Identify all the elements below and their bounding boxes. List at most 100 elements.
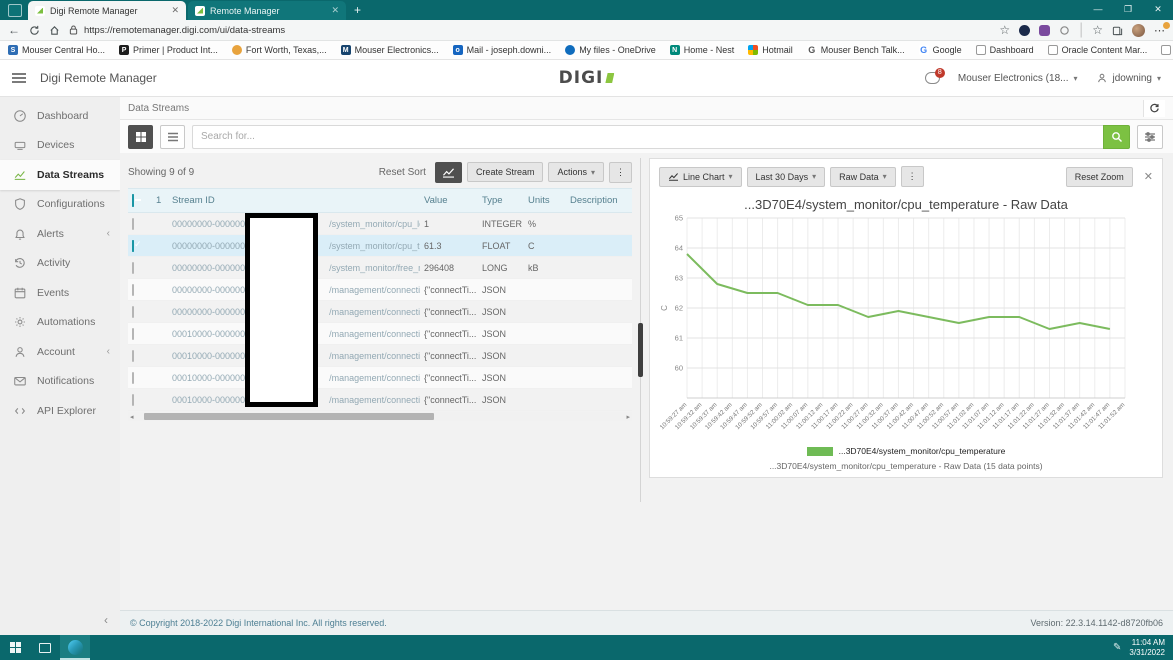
notifications-bubble-icon[interactable]: 8 xyxy=(925,72,940,84)
browser-menu-icon[interactable]: ⋯ xyxy=(1154,24,1165,37)
table-row[interactable]: 00000000-00000000/management/connectio {… xyxy=(128,279,632,301)
row-checkbox[interactable] xyxy=(132,284,134,296)
bookmark-item[interactable]: SMouser Central Ho... xyxy=(8,45,105,55)
extension-icon[interactable] xyxy=(1019,25,1030,36)
row-checkbox[interactable] xyxy=(132,306,134,318)
sidebar-item-events[interactable]: Events xyxy=(0,278,120,308)
back-icon[interactable]: ← xyxy=(8,24,20,36)
reset-zoom-button[interactable]: Reset Zoom xyxy=(1066,167,1133,187)
chart-close-icon[interactable]: ✕ xyxy=(1144,170,1153,183)
table-row[interactable]: 00010000-00000000/management/connectio {… xyxy=(128,345,632,367)
table-row[interactable]: 00000000-00000000/system_monitor/free_m … xyxy=(128,257,632,279)
column-header-units[interactable]: Units xyxy=(524,189,566,213)
refresh-icon[interactable] xyxy=(29,25,40,36)
window-close-button[interactable]: ✕ xyxy=(1143,0,1173,20)
sidebar-item-alerts[interactable]: Alerts‹ xyxy=(0,219,120,249)
task-view-button[interactable] xyxy=(30,635,60,660)
start-button[interactable] xyxy=(0,635,30,660)
tab-close-icon[interactable]: ✕ xyxy=(171,5,179,16)
table-row[interactable]: 00010000-00000000/management/connectio {… xyxy=(128,367,632,389)
sidebar-item-data-streams[interactable]: Data Streams xyxy=(0,160,120,190)
browser-tab-inactive[interactable]: Remote Manager ✕ xyxy=(188,1,346,20)
sidebar-item-configurations[interactable]: Configurations xyxy=(0,190,120,220)
tray-pen-icon[interactable]: ✎ xyxy=(1113,642,1121,653)
column-header-value[interactable]: Value xyxy=(420,189,478,213)
filter-sliders-button[interactable] xyxy=(1137,125,1163,149)
row-checkbox[interactable] xyxy=(132,240,134,252)
row-checkbox[interactable] xyxy=(132,372,134,384)
hamburger-menu-icon[interactable] xyxy=(12,73,26,83)
user-menu[interactable]: jdowning ▾ xyxy=(1096,72,1162,84)
scroll-right-icon[interactable]: ▸ xyxy=(624,413,632,421)
chart-view-button[interactable] xyxy=(435,162,462,183)
bookmark-item[interactable]: PPrimer | Product Int... xyxy=(119,45,218,55)
column-header-stream-id[interactable]: Stream ID xyxy=(168,189,420,213)
home-icon[interactable] xyxy=(49,25,60,36)
sidebar-item-account[interactable]: Account‹ xyxy=(0,337,120,367)
sidebar-item-api-explorer[interactable]: API Explorer xyxy=(0,396,120,426)
tab-actions-icon[interactable] xyxy=(8,4,22,17)
search-input[interactable] xyxy=(192,125,1103,149)
sidebar-item-automations[interactable]: Automations xyxy=(0,308,120,338)
extension-icon[interactable] xyxy=(1039,25,1050,36)
scrollbar-thumb[interactable] xyxy=(144,413,434,420)
table-row[interactable]: 00010000-00000000/management/connectio {… xyxy=(128,323,632,345)
data-mode-dropdown[interactable]: Raw Data ▾ xyxy=(830,167,896,187)
table-row[interactable]: 00000000-00000000/system_monitor/cpu_te … xyxy=(128,235,632,257)
splitter-handle[interactable] xyxy=(638,323,643,377)
more-options-button[interactable]: ⋮ xyxy=(609,162,632,183)
grid-view-button[interactable] xyxy=(128,125,153,149)
page-refresh-button[interactable] xyxy=(1143,100,1165,117)
taskbar-clock[interactable]: 11:04 AM 3/31/2022 xyxy=(1129,638,1165,658)
bookmark-item[interactable]: Oracle Content Mar... xyxy=(1048,45,1148,55)
bookmark-item[interactable]: GMouser Bench Talk... xyxy=(807,45,905,55)
extension-refresh-icon[interactable] xyxy=(1059,25,1070,36)
row-checkbox[interactable] xyxy=(132,262,134,274)
column-header-type[interactable]: Type xyxy=(478,189,524,213)
bookmark-item[interactable]: GGoogle xyxy=(919,45,962,55)
row-checkbox[interactable] xyxy=(132,218,134,230)
row-checkbox[interactable] xyxy=(132,350,134,362)
bookmark-item[interactable]: Dashboard xyxy=(976,45,1034,55)
bookmark-item[interactable]: My files - OneDrive xyxy=(565,45,656,55)
browser-profile-avatar[interactable] xyxy=(1132,24,1145,37)
window-restore-button[interactable]: ❐ xyxy=(1113,0,1143,20)
sidebar-item-activity[interactable]: Activity xyxy=(0,249,120,279)
tab-close-icon[interactable]: ✕ xyxy=(331,5,339,16)
reset-sort-link[interactable]: Reset Sort xyxy=(379,167,426,178)
bookmark-item[interactable]: Fort Worth, Texas,... xyxy=(232,45,327,55)
sidebar-item-dashboard[interactable]: Dashboard xyxy=(0,101,120,131)
create-stream-button[interactable]: Create Stream xyxy=(467,162,544,182)
chart-type-dropdown[interactable]: Line Chart ▾ xyxy=(659,167,742,187)
row-checkbox[interactable] xyxy=(132,394,134,406)
sidebar-item-devices[interactable]: Devices xyxy=(0,131,120,161)
window-minimize-button[interactable]: — xyxy=(1083,0,1113,20)
collections-icon[interactable] xyxy=(1112,25,1123,36)
legend-label[interactable]: ...3D70E4/system_monitor/cpu_temperature xyxy=(839,446,1006,456)
organization-selector[interactable]: Mouser Electronics (18... ▾ xyxy=(958,73,1078,84)
bookmark-item[interactable]: Hotmail xyxy=(748,45,793,55)
favorites-gear-icon[interactable]: ☆ xyxy=(999,24,1010,36)
browser-tab-active[interactable]: Digi Remote Manager ✕ xyxy=(28,1,186,20)
table-row[interactable]: 00010000-00000000/management/connectio {… xyxy=(128,389,632,411)
table-row[interactable]: 00000000-00000000/system_monitor/cpu_lo … xyxy=(128,213,632,235)
edge-taskbar-button[interactable] xyxy=(60,635,90,660)
sidebar-collapse-icon[interactable]: ‹ xyxy=(104,613,108,627)
chart-more-options-button[interactable]: ⋮ xyxy=(901,166,924,187)
new-tab-button[interactable]: + xyxy=(354,3,361,17)
bookmark-item[interactable]: MMouser Electronics... xyxy=(341,45,439,55)
row-checkbox[interactable] xyxy=(132,328,134,340)
search-button[interactable] xyxy=(1103,125,1130,149)
bookmark-item[interactable]: Phone Number Co... xyxy=(1161,45,1173,55)
table-row[interactable]: 00000000-00000000/management/connectio {… xyxy=(128,301,632,323)
scroll-left-icon[interactable]: ◂ xyxy=(128,413,136,421)
select-all-checkbox[interactable] xyxy=(132,194,134,207)
horizontal-scrollbar[interactable]: ◂ ▸ xyxy=(128,412,632,421)
column-header-description[interactable]: Description xyxy=(566,189,632,213)
actions-button[interactable]: Actions ▾ xyxy=(548,162,604,182)
time-range-dropdown[interactable]: Last 30 Days ▾ xyxy=(747,167,826,187)
url-field[interactable]: https://remotemanager.digi.com/ui/data-s… xyxy=(69,25,990,36)
list-view-button[interactable] xyxy=(160,125,185,149)
bookmark-item[interactable]: NHome - Nest xyxy=(670,45,735,55)
add-favorite-icon[interactable]: ☆ xyxy=(1092,24,1103,36)
